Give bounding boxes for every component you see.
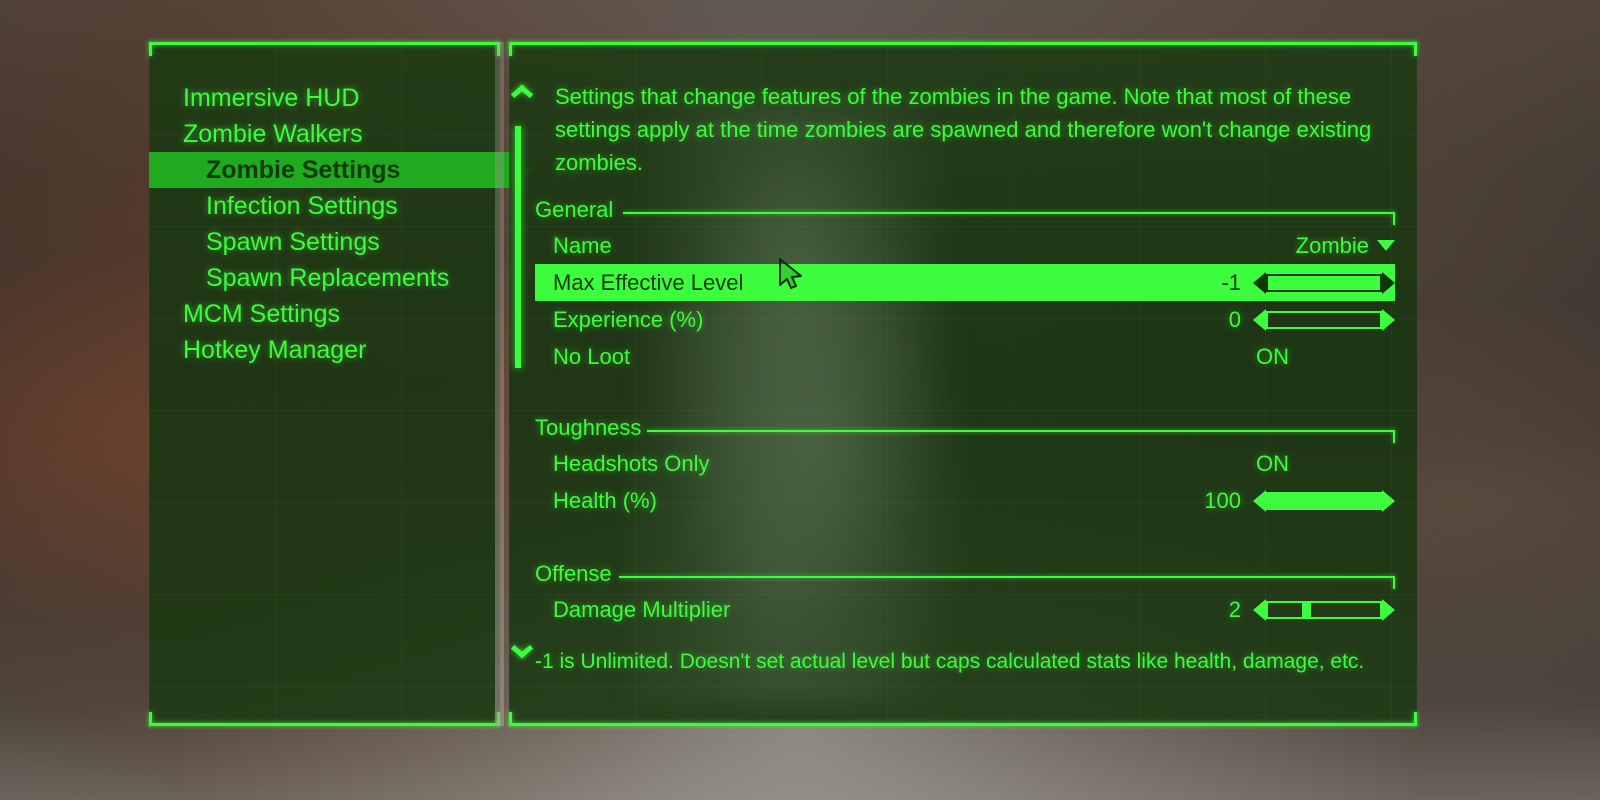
sidebar-item-hotkey-manager[interactable]: Hotkey Manager bbox=[149, 332, 512, 368]
sidebar-item-zombie-walkers[interactable]: Zombie Walkers bbox=[149, 116, 512, 152]
sidebar-item-spawn-settings[interactable]: Spawn Settings bbox=[149, 224, 512, 260]
sidebar-border-bottom bbox=[149, 723, 500, 726]
content-border-top bbox=[509, 42, 1417, 45]
content-corner-tr bbox=[1414, 42, 1417, 56]
setting-row[interactable]: Name Zombie bbox=[535, 227, 1395, 264]
section-title: General bbox=[535, 197, 614, 222]
section-offense: Offense Damage Multiplier 2 bbox=[535, 561, 1395, 628]
slider-control[interactable] bbox=[1253, 489, 1395, 512]
slider-increase-arrow-icon[interactable] bbox=[1382, 489, 1395, 512]
toggle-value: ON bbox=[1256, 344, 1289, 369]
slider-value: 100 bbox=[1204, 488, 1241, 513]
section-header: Toughness bbox=[535, 415, 1395, 445]
section-divider bbox=[619, 576, 1395, 578]
setting-label: Experience (%) bbox=[553, 307, 704, 332]
section-toughness: Toughness Headshots Only ON Health (%) 100 bbox=[535, 415, 1395, 519]
setting-row[interactable]: Damage Multiplier 2 bbox=[535, 591, 1395, 628]
sidebar-item-zombie-settings[interactable]: Zombie Settings bbox=[149, 152, 534, 188]
setting-label: Max Effective Level bbox=[553, 270, 744, 295]
sidebar-panel: Immersive HUD Zombie Walkers Zombie Settin… bbox=[149, 42, 534, 726]
slider-increase-arrow-icon[interactable] bbox=[1382, 598, 1395, 621]
sidebar-corner-bl bbox=[149, 712, 152, 726]
slider-knob[interactable] bbox=[1302, 602, 1312, 617]
slider-value: -1 bbox=[1221, 270, 1241, 295]
content-panel: Settings that change features of the zom… bbox=[495, 42, 1417, 726]
page-description: Settings that change features of the zom… bbox=[555, 84, 1372, 175]
content-corner-tl bbox=[509, 42, 512, 56]
setting-label: Damage Multiplier bbox=[553, 597, 731, 622]
sidebar-border-top bbox=[149, 42, 500, 45]
slider-control[interactable] bbox=[1253, 598, 1395, 621]
setting-value[interactable]: 0 bbox=[1229, 301, 1395, 338]
sidebar-item-infection-settings[interactable]: Infection Settings bbox=[149, 188, 512, 224]
setting-value[interactable]: -1 bbox=[1221, 264, 1395, 301]
section-header: General bbox=[535, 197, 1395, 227]
slider-increase-arrow-icon[interactable] bbox=[1382, 308, 1395, 331]
setting-value[interactable]: Zombie bbox=[1296, 227, 1395, 264]
setting-label: Health (%) bbox=[553, 488, 657, 513]
setting-value[interactable]: 2 bbox=[1229, 591, 1395, 628]
sidebar-item-label: Spawn Settings bbox=[206, 228, 380, 256]
slider-track[interactable] bbox=[1266, 273, 1382, 292]
slider-fill bbox=[1268, 493, 1380, 508]
setting-label: Name bbox=[553, 233, 612, 258]
slider-decrease-arrow-icon[interactable] bbox=[1253, 271, 1266, 294]
sidebar-item-mcm-settings[interactable]: MCM Settings bbox=[149, 296, 512, 332]
slider-decrease-arrow-icon[interactable] bbox=[1253, 489, 1266, 512]
slider-track[interactable] bbox=[1266, 491, 1382, 510]
slider-decrease-arrow-icon[interactable] bbox=[1253, 308, 1266, 331]
slider-value: 0 bbox=[1228, 307, 1241, 332]
sidebar-menu-list: Immersive HUD Zombie Walkers Zombie Settin… bbox=[149, 80, 534, 368]
slider-value: 2 bbox=[1228, 597, 1241, 622]
toggle-value: ON bbox=[1256, 451, 1289, 476]
scrollbar-thumb[interactable] bbox=[515, 125, 521, 368]
sidebar-item-immersive-hud[interactable]: Immersive HUD bbox=[149, 80, 512, 116]
setting-row[interactable]: Experience (%) 0 bbox=[535, 301, 1395, 338]
setting-row[interactable]: Max Effective Level -1 bbox=[535, 264, 1395, 301]
section-general: General Name Zombie Max Effective Level -1 Ex… bbox=[535, 197, 1395, 375]
section-title: Toughness bbox=[535, 415, 642, 440]
sidebar-corner-tl bbox=[149, 42, 152, 56]
section-divider-end-tick bbox=[1393, 212, 1395, 225]
sidebar-item-label: Zombie Settings bbox=[206, 156, 401, 184]
sidebar-item-spawn-replacements[interactable]: Spawn Replacements bbox=[149, 260, 512, 296]
scrollbar-gutter bbox=[495, 42, 504, 726]
section-divider bbox=[647, 430, 1395, 432]
hint-text: -1 is Unlimited. Doesn't set actual leve… bbox=[535, 650, 1365, 673]
setting-value[interactable]: ON bbox=[1256, 338, 1289, 375]
setting-row[interactable]: No Loot ON bbox=[535, 338, 1395, 375]
dropdown-value: Zombie bbox=[1295, 233, 1369, 258]
sidebar-item-label: Zombie Walkers bbox=[183, 120, 363, 148]
sidebar-item-label: Infection Settings bbox=[206, 192, 398, 220]
slider-increase-arrow-icon[interactable] bbox=[1382, 271, 1395, 294]
scroll-down-icon[interactable] bbox=[509, 644, 534, 666]
setting-value[interactable]: ON bbox=[1256, 445, 1289, 482]
sidebar-item-label: Immersive HUD bbox=[183, 84, 360, 112]
setting-label: Headshots Only bbox=[553, 451, 710, 476]
section-header: Offense bbox=[535, 561, 1395, 591]
section-divider bbox=[623, 212, 1395, 214]
slider-track[interactable] bbox=[1266, 600, 1382, 619]
setting-value[interactable]: 100 bbox=[1204, 482, 1395, 519]
slider-decrease-arrow-icon[interactable] bbox=[1253, 598, 1266, 621]
sidebar-item-label: Hotkey Manager bbox=[183, 336, 367, 364]
sidebar-item-label: Spawn Replacements bbox=[206, 264, 450, 292]
setting-row[interactable]: Headshots Only ON bbox=[535, 445, 1395, 482]
slider-track[interactable] bbox=[1266, 310, 1382, 329]
content-border-bottom bbox=[509, 723, 1417, 726]
content-corner-bl bbox=[509, 712, 512, 726]
section-title: Offense bbox=[535, 561, 612, 586]
section-divider-end-tick bbox=[1393, 430, 1395, 443]
section-divider-end-tick bbox=[1393, 576, 1395, 589]
slider-control[interactable] bbox=[1253, 308, 1395, 331]
scrollbar[interactable] bbox=[495, 42, 534, 726]
mouse-pointer-icon bbox=[779, 258, 802, 289]
sidebar-item-label: MCM Settings bbox=[183, 300, 340, 328]
slider-control[interactable] bbox=[1253, 271, 1395, 294]
content-corner-br bbox=[1414, 712, 1417, 726]
chevron-down-icon[interactable] bbox=[1377, 240, 1395, 251]
setting-row[interactable]: Health (%) 100 bbox=[535, 482, 1395, 519]
setting-label: No Loot bbox=[553, 344, 631, 369]
scroll-up-icon[interactable] bbox=[509, 80, 534, 99]
